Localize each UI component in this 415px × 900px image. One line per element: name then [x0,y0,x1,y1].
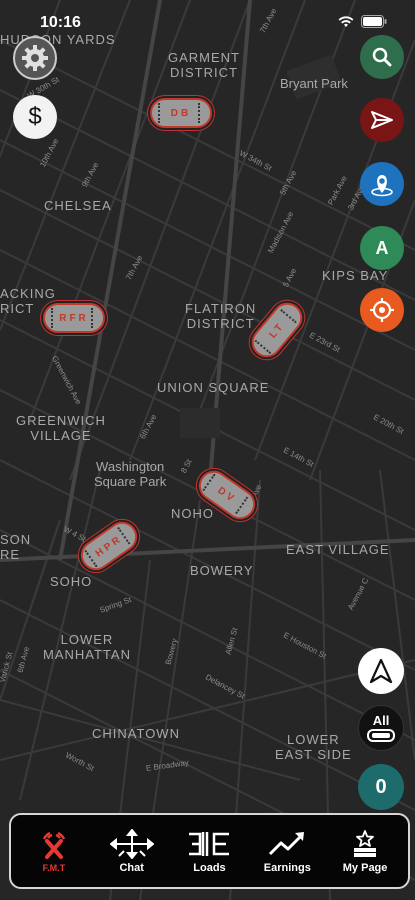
all-label: All [372,712,390,728]
area-label: Bryant Park [280,76,348,91]
search-icon [372,47,392,67]
area-label: SOHO [50,574,93,589]
gear-icon [22,45,48,71]
a-badge-label: A [375,237,389,258]
status-bar: 10:16 [0,0,415,44]
counter-badge[interactable]: 0 [358,764,404,810]
area-label: Washington Square Park [94,459,167,489]
vehicle-label: HPR [93,532,125,560]
settings-button[interactable] [13,36,57,80]
nav-item-mypage[interactable]: My Page [326,829,404,874]
area-label: CHINATOWN [92,726,180,741]
nav-label: My Page [342,861,388,874]
nav-label: F.M.T [42,862,66,873]
area-label: LOWER EAST SIDE [275,732,352,762]
area-label: NOHO [171,506,214,521]
area-label: LOWER MANHATTAN [43,632,131,662]
area-label: FLATIRON DISTRICT [185,301,257,331]
nav-item-fmt[interactable]: F.M.T [15,830,93,873]
wifi-icon [338,15,354,27]
recenter-button[interactable] [360,288,404,332]
dollar-icon: $ [28,103,42,130]
counter-value: 0 [375,775,387,798]
area-label: GARMENT DISTRICT [168,50,240,80]
nav-item-earnings[interactable]: Earnings [248,829,326,874]
area-label: EAST VILLAGE [286,542,390,557]
area-label: GREENWICH VILLAGE [16,413,106,443]
send-button[interactable] [360,98,404,142]
autopilot-button[interactable]: A [360,226,404,270]
send-icon [371,111,393,129]
nav-label: Earnings [263,861,311,874]
nav-item-loads[interactable]: Loads [171,829,249,874]
area-label: BOWERY [190,563,254,578]
vehicle-marker[interactable]: RFR [43,303,105,333]
compass-button[interactable] [358,648,404,694]
area-label: CHELSEA [44,198,112,213]
vehicle-label: DB [170,107,192,119]
move-arrows-icon [109,828,154,859]
nav-item-chat[interactable]: Chat [93,828,171,874]
alarm-x-icon [42,831,66,859]
star-podium-icon [354,829,377,857]
area-label: UNION SQUARE [157,380,270,395]
status-icons [338,15,387,28]
navigation-arrow-icon [369,658,393,684]
area-label: SON RE [0,532,32,562]
vehicle-label: DV [215,484,239,506]
vehicle-label: RFR [59,312,89,324]
area-label: KIPS BAY [322,268,389,283]
search-button[interactable] [360,35,404,79]
bottom-navigation: F.M.T Chat Loads Earnings My Page [9,813,410,889]
street-grid [0,0,415,900]
map-view[interactable]: HUDSON YARDS GARMENT DISTRICT Bryant Par… [0,0,415,900]
nav-label: Chat [119,861,144,874]
target-icon [370,298,394,322]
car-fleet-icon [367,728,395,742]
vehicle-label: LT [267,319,287,341]
location-pin-icon [371,175,393,197]
gps-button[interactable] [360,162,404,206]
nav-label: Loads [193,861,226,874]
trend-up-icon [269,831,305,855]
loads-icon [189,831,230,856]
vehicle-marker[interactable]: DB [150,98,212,128]
show-all-button[interactable]: All [358,705,404,751]
battery-icon [361,15,387,28]
payment-button[interactable]: $ [13,95,57,139]
status-time: 10:16 [40,14,81,31]
